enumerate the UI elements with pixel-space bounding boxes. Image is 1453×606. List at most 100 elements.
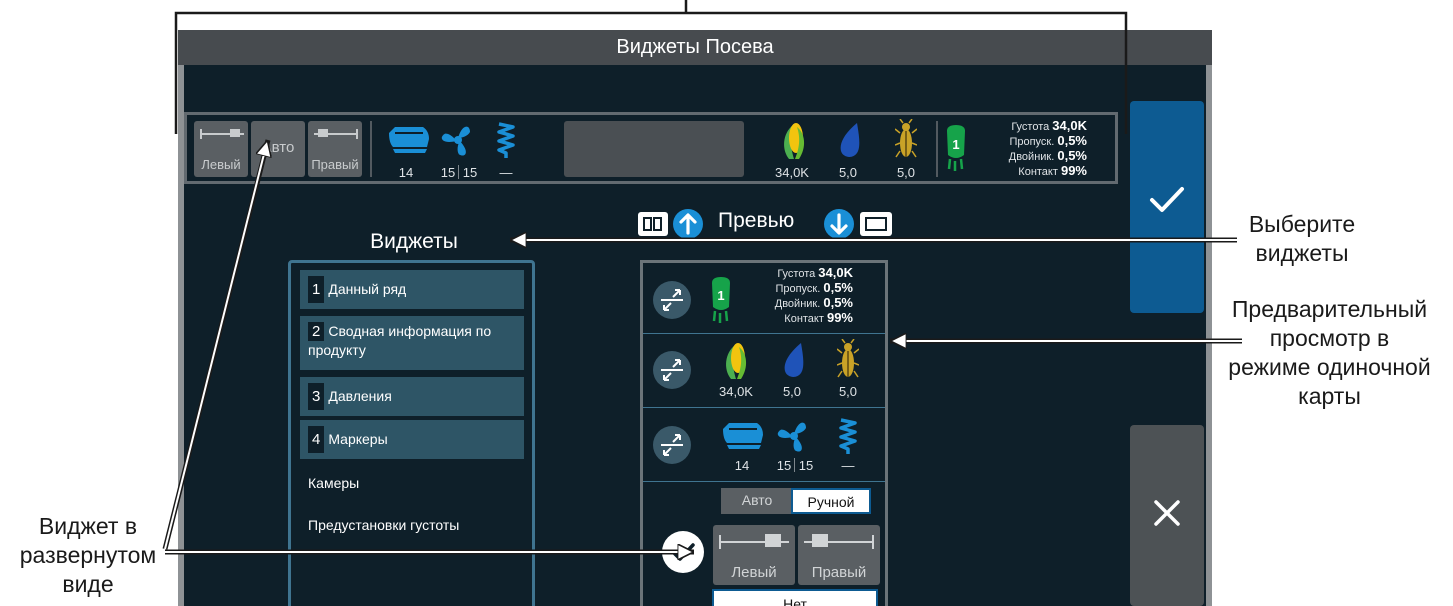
expand-icon: [661, 289, 683, 311]
divider: [936, 121, 938, 177]
hopper-value: 14: [398, 165, 414, 180]
divider: [370, 121, 372, 177]
empty-widget-slot[interactable]: [564, 121, 744, 177]
widget-label: Сводная информация по продукту: [308, 323, 492, 358]
spring-icon: [497, 122, 515, 158]
row-number: 1: [952, 137, 960, 152]
widget-item-current-row[interactable]: 1 Данный ряд: [300, 270, 524, 309]
fan-value-a: 15: [776, 458, 792, 473]
seed-value: 34,0K: [719, 384, 753, 399]
widget-item-density-presets[interactable]: Предустановки густоты: [308, 517, 459, 533]
preview-title: Превью: [718, 209, 795, 232]
fan-value-a: 15: [440, 165, 456, 180]
stat-contact: Контакт 99%: [1018, 163, 1087, 178]
tractor-right-icon: [314, 129, 358, 139]
none-button[interactable]: Нет: [712, 589, 878, 606]
left-label: Левый: [731, 564, 777, 581]
stat-doubles: Двойник. 0,5%: [1008, 148, 1087, 163]
expand-button[interactable]: [653, 426, 691, 464]
window-title: Виджеты Посева: [178, 30, 1212, 65]
widget-label: Давления: [328, 388, 392, 404]
preview-stat-doubles: Двойник. 0,5%: [774, 295, 853, 310]
widget-item-product-summary[interactable]: 2 Сводная информация по продукту: [300, 316, 524, 370]
expand-icon: [661, 359, 683, 381]
preview-stat-density: Густота 34,0K: [777, 265, 853, 280]
fan-value-b: 15: [798, 458, 814, 473]
widgets-heading: Виджеты: [370, 230, 458, 253]
preview-stat-contact: Контакт 99%: [784, 310, 853, 325]
divider: [643, 333, 885, 334]
widget-number: 2: [308, 322, 325, 341]
auto-toggle[interactable]: Авто: [721, 488, 793, 514]
widget-item-markers[interactable]: 4 Маркеры: [300, 420, 524, 459]
corn-icon: [784, 123, 805, 159]
widgets-list: 1 Данный ряд 2 Сводная информация по проду…: [288, 260, 535, 606]
confirm-circle[interactable]: [662, 531, 704, 573]
move-down-icon[interactable]: [824, 209, 896, 239]
widget-item-cameras[interactable]: Камеры: [308, 475, 359, 491]
insect-value: 5,0: [896, 165, 916, 180]
insect-icon: [837, 339, 859, 378]
insect-icon: [895, 119, 917, 158]
widget-strip: Левый Авто Правый 14 15 15 — 34,0K 5,0 5…: [184, 112, 1118, 184]
device-frame: Виджеты Посева Левый Авто Правый 14 15 1…: [178, 30, 1212, 606]
left-label: Левый: [201, 157, 241, 172]
widget-label: Данный ряд: [328, 281, 407, 297]
hopper-value: 14: [734, 458, 750, 473]
row-number: 1: [717, 288, 725, 303]
expand-button[interactable]: [653, 351, 691, 389]
close-icon: [1154, 500, 1180, 526]
widget-label: Маркеры: [328, 431, 388, 447]
left-side-button[interactable]: Левый: [194, 121, 248, 177]
move-up-icon[interactable]: [636, 209, 708, 239]
single-map-preview: 1 Густота 34,0K Пропуск. 0,5% Двойник. 0…: [640, 260, 888, 606]
auto-label: Авто: [261, 139, 295, 156]
callout-single-preview: Предварительный просмотр в режиме одиноч…: [1228, 296, 1431, 409]
drop-icon: [784, 343, 804, 377]
fan-icon: [441, 126, 470, 156]
hopper-icon: [723, 423, 763, 449]
widget-number: 3: [308, 383, 325, 410]
fan-divider: [794, 458, 795, 472]
divider: [643, 407, 885, 408]
stat-skips: Пропуск. 0,5%: [1009, 133, 1087, 148]
expand-button[interactable]: [653, 281, 691, 319]
tractor-left-icon: [719, 534, 789, 549]
tractor-left-icon: [200, 129, 244, 139]
divider: [643, 481, 885, 482]
check-icon: [671, 543, 695, 561]
confirm-button[interactable]: [1130, 101, 1204, 313]
callout-select-widgets: Выберите виджеты: [1248, 211, 1356, 266]
spring-value: —: [499, 165, 513, 180]
preview-header: Превью: [636, 205, 896, 241]
seed-value: 34,0K: [775, 165, 809, 180]
right-label: Правый: [311, 157, 359, 172]
insect-value: 5,0: [838, 384, 858, 399]
spring-icon: [839, 418, 857, 454]
fan-value-b: 15: [462, 165, 478, 180]
right-side-button[interactable]: Правый: [308, 121, 362, 177]
check-icon: [1150, 187, 1184, 212]
stat-density: Густота 34,0K: [1011, 118, 1087, 133]
fan-icon: [777, 422, 806, 452]
widget-number: 1: [308, 276, 325, 303]
drop-value: 5,0: [782, 384, 802, 399]
auto-button[interactable]: Авто: [251, 121, 305, 177]
drop-value: 5,0: [838, 165, 858, 180]
right-marker-button[interactable]: Правый: [798, 525, 880, 585]
preview-stat-skips: Пропуск. 0,5%: [775, 280, 853, 295]
widget-item-pressures[interactable]: 3 Давления: [300, 377, 524, 416]
left-marker-button[interactable]: Левый: [713, 525, 795, 585]
spring-value: —: [841, 458, 855, 473]
hopper-icon: [389, 127, 429, 153]
drop-icon: [840, 123, 860, 157]
screen: Левый Авто Правый 14 15 15 — 34,0K 5,0 5…: [184, 65, 1206, 606]
expand-icon: [661, 434, 683, 456]
manual-toggle[interactable]: Ручной: [791, 488, 871, 514]
right-label: Правый: [811, 564, 867, 581]
corn-icon: [726, 343, 747, 379]
callout-expanded-widget: Виджет в развернутом виде: [19, 513, 157, 597]
widget-number: 4: [308, 426, 325, 453]
fan-divider: [458, 165, 459, 179]
cancel-button[interactable]: [1130, 425, 1204, 606]
